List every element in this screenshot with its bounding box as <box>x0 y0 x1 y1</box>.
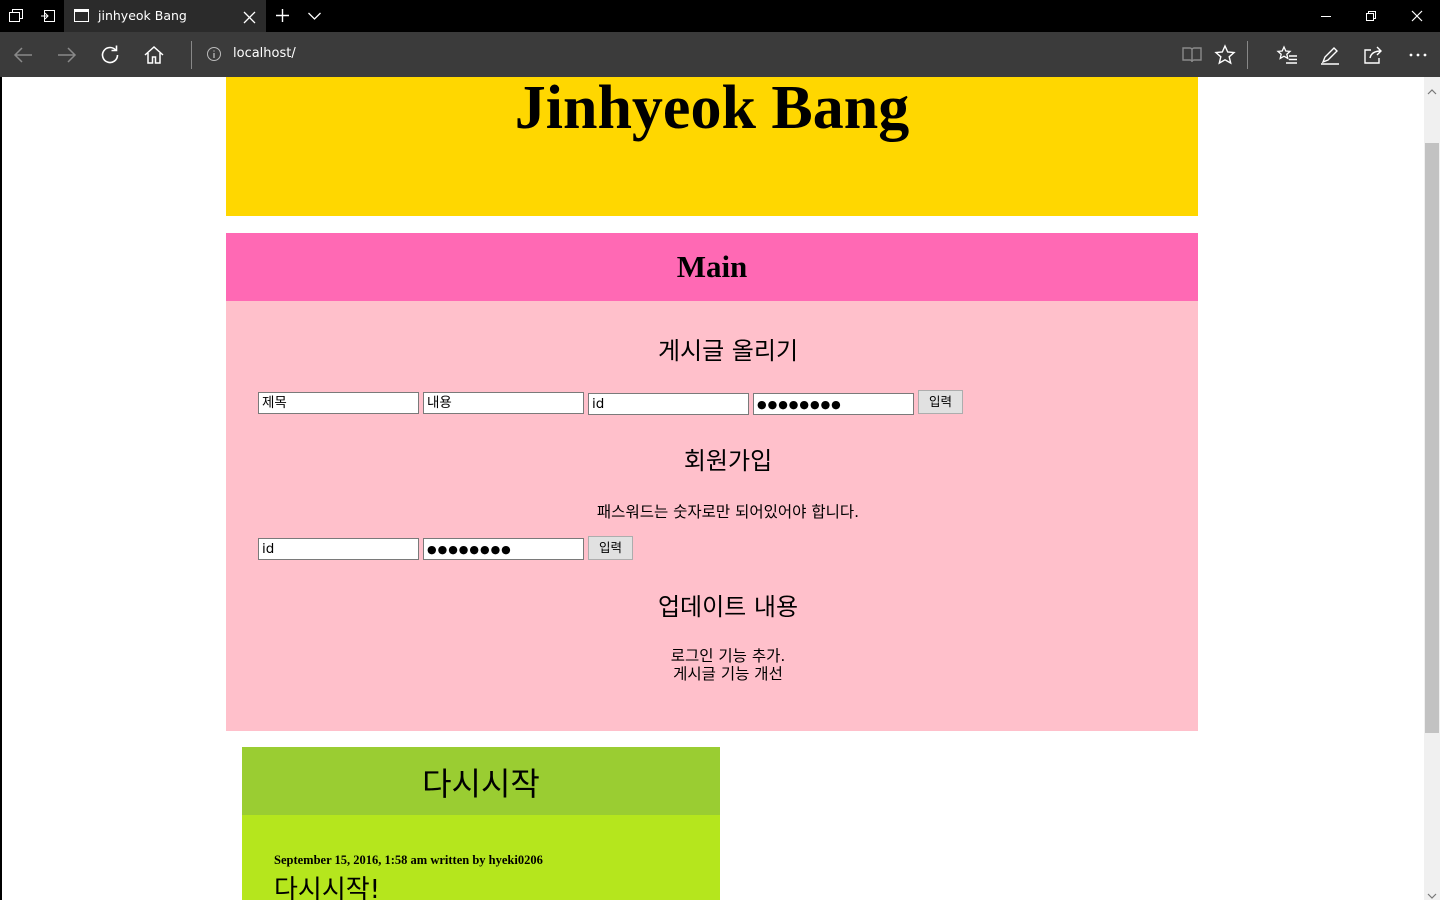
new-tab-icon[interactable] <box>275 8 290 27</box>
signup-note: 패스워드는 숫자로만 되어있어야 합니다. <box>596 503 860 521</box>
browser-navbar: localhost/ <box>0 32 1440 77</box>
favorites-hub-icon[interactable] <box>1276 44 1298 66</box>
post-password-input[interactable]: ●●●●●●●● <box>753 393 914 415</box>
page-icon <box>74 9 89 22</box>
post-id-input[interactable]: id <box>588 393 749 415</box>
scrollbar-thumb[interactable] <box>1425 143 1439 733</box>
reading-view-icon[interactable] <box>1181 44 1203 66</box>
post-subject-input[interactable]: 제목 <box>258 392 419 414</box>
toolbar-separator <box>191 41 192 69</box>
set-tabs-aside-icon[interactable] <box>40 8 56 24</box>
info-icon[interactable] <box>206 46 222 62</box>
main-title: Main <box>676 249 748 284</box>
post-heading: 다시시작! <box>274 875 381 900</box>
signup-submit-button[interactable]: 입력 <box>588 536 633 560</box>
forward-arrow-icon[interactable] <box>56 44 78 66</box>
browser-titlebar: jinhyeok Bang <box>0 0 1440 32</box>
site-title: Jinhyeok Bang <box>514 77 910 142</box>
scroll-up-arrow-icon[interactable] <box>1427 81 1437 100</box>
toolbar-separator <box>1247 41 1248 69</box>
post-card-header: 다시시작 <box>242 747 720 815</box>
browser-tab-active[interactable]: jinhyeok Bang <box>64 0 266 32</box>
window-edge <box>0 77 2 900</box>
updates-list: 로그인 기능 추가. 게시글 기능 개선 <box>226 647 1230 683</box>
close-tab-icon[interactable] <box>243 9 256 28</box>
tab-actions-icon[interactable] <box>8 8 24 24</box>
main-section-header: Main <box>226 233 1198 301</box>
more-options-icon[interactable] <box>1407 44 1429 66</box>
web-viewport: Jinhyeok Bang Main 게시글 올리기 제목 내용 id ●●●●… <box>0 77 1424 900</box>
refresh-icon[interactable] <box>99 44 121 66</box>
minimize-icon[interactable] <box>1318 8 1334 24</box>
scroll-down-arrow-icon[interactable] <box>1427 885 1437 904</box>
tab-title: jinhyeok Bang <box>98 8 187 23</box>
chevron-down-icon[interactable] <box>307 8 322 27</box>
site-header: Jinhyeok Bang <box>226 77 1198 216</box>
post-meta: September 15, 2016, 1:58 am written by h… <box>274 853 543 867</box>
post-content-input[interactable]: 내용 <box>423 392 584 414</box>
signup-password-input[interactable]: ●●●●●●●● <box>423 538 584 560</box>
update-item: 로그인 기능 추가. <box>670 647 786 665</box>
post-form-title: 게시글 올리기 <box>657 337 799 365</box>
signup-id-input[interactable]: id <box>258 538 419 560</box>
vertical-scrollbar[interactable] <box>1424 77 1440 900</box>
home-icon[interactable] <box>143 44 165 66</box>
back-arrow-icon[interactable] <box>12 44 34 66</box>
main-section-body: 게시글 올리기 제목 내용 id ●●●●●●●● 입력 회원가입 패스워드는 … <box>226 301 1198 731</box>
updates-title: 업데이트 내용 <box>657 593 799 621</box>
web-note-pen-icon[interactable] <box>1319 44 1341 66</box>
close-window-icon[interactable] <box>1409 8 1425 24</box>
address-bar[interactable]: localhost/ <box>233 46 296 61</box>
favorite-star-icon[interactable] <box>1214 44 1236 66</box>
share-icon[interactable] <box>1362 44 1384 66</box>
post-submit-button[interactable]: 입력 <box>918 390 963 414</box>
update-item: 게시글 기능 개선 <box>673 665 783 683</box>
post-card-title[interactable]: 다시시작 <box>242 759 720 805</box>
post-card-body: September 15, 2016, 1:58 am written by h… <box>242 815 720 900</box>
restore-icon[interactable] <box>1363 8 1379 24</box>
signup-form-title: 회원가입 <box>683 447 773 475</box>
